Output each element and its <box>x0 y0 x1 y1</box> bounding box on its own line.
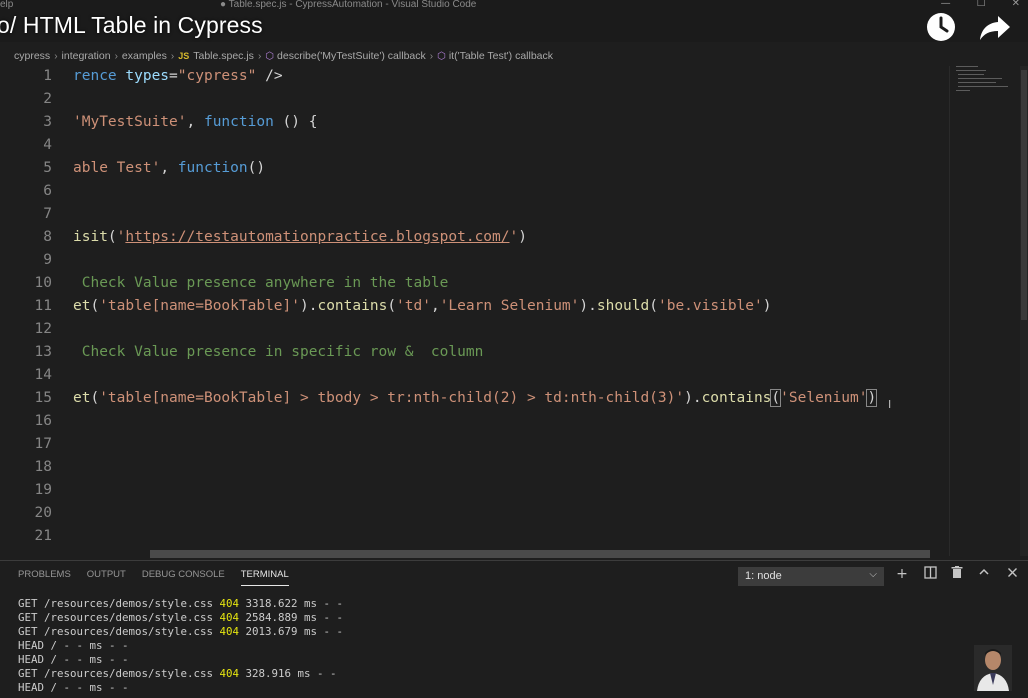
terminal-line: GET /resources/demos/style.css 404 3318.… <box>18 597 344 610</box>
bottom-panel: PROBLEMS OUTPUT DEBUG CONSOLE TERMINAL 1… <box>0 560 1028 698</box>
breadcrumb-item-integration[interactable]: integration <box>62 50 111 62</box>
terminal-line: GET /resources/demos/style.css 404 2013.… <box>18 625 344 638</box>
url-link[interactable]: https://testautomationpractice.blogspot.… <box>125 229 509 245</box>
symbol-method-icon: ⬡ <box>437 50 446 62</box>
chevron-right-icon: › <box>54 50 58 62</box>
maximize-icon[interactable]: ☐ <box>977 0 986 9</box>
line-number: 2 <box>43 91 52 107</box>
video-title[interactable]: o/ HTML Table in Cypress <box>0 12 263 39</box>
code-line-10-comment: Check Value presence anywhere in the tab… <box>73 275 449 291</box>
menu-help[interactable]: elp <box>0 0 13 10</box>
line-number: 16 <box>34 413 52 429</box>
line-number: 4 <box>43 137 52 153</box>
breadcrumb-item-describe[interactable]: describe('MyTestSuite') callback <box>277 50 426 62</box>
javascript-file-icon: JS <box>178 51 190 61</box>
split-icon[interactable] <box>921 566 939 583</box>
terminal-output[interactable]: GET /resources/demos/style.css 404 3318.… <box>18 597 343 695</box>
tab-output[interactable]: OUTPUT <box>87 569 126 586</box>
chevron-right-icon: › <box>170 50 175 62</box>
line-number: 8 <box>43 229 52 245</box>
line-number: 12 <box>34 321 52 337</box>
close-window-icon[interactable]: ✕ <box>1012 0 1020 9</box>
line-number: 6 <box>43 183 52 199</box>
clock-icon[interactable] <box>924 10 958 44</box>
breadcrumb-item-cypress[interactable]: cypress <box>14 50 50 62</box>
code-line-15: et('table[name=BookTable] > tbody > tr:n… <box>73 389 878 407</box>
code-line-1: rence types="cypress" /> <box>73 68 283 84</box>
line-number: 21 <box>34 528 52 544</box>
minimap[interactable] <box>949 66 1017 556</box>
line-number: 20 <box>34 505 52 521</box>
tab-debug-console[interactable]: DEBUG CONSOLE <box>142 569 225 586</box>
tab-terminal[interactable]: TERMINAL <box>240 569 289 586</box>
line-number: 1 <box>43 68 52 84</box>
chevron-down-icon: ⌵ <box>869 569 877 580</box>
line-number: 17 <box>34 436 52 452</box>
code-editor[interactable]: 1 2 3 4 5 6 7 8 9 10 11 12 13 14 15 16 1… <box>0 64 1028 556</box>
terminal-line: GET /resources/demos/style.css 404 328.9… <box>18 667 337 680</box>
breadcrumb-item-it[interactable]: it('Table Test') callback <box>449 50 553 62</box>
line-number: 15 <box>34 390 52 406</box>
window-title: ● Table.spec.js - CypressAutomation - Vi… <box>220 0 477 10</box>
presenter-avatar <box>974 645 1012 691</box>
share-icon[interactable] <box>978 10 1012 44</box>
plus-icon[interactable]: + <box>893 566 911 582</box>
line-number: 11 <box>34 298 52 314</box>
trash-icon[interactable] <box>948 566 966 583</box>
text-cursor-icon: I <box>888 398 892 411</box>
code-line-11: et('table[name=BookTable]').contains('td… <box>73 298 772 314</box>
code-line-13-comment: Check Value presence in specific row & c… <box>73 344 484 360</box>
panel-tabs: PROBLEMS OUTPUT DEBUG CONSOLE TERMINAL <box>18 569 289 586</box>
terminal-line: GET /resources/demos/style.css 404 2584.… <box>18 611 344 624</box>
horizontal-scrollbar[interactable] <box>150 550 930 558</box>
chevron-right-icon: › <box>257 50 262 62</box>
window-controls: — ☐ ✕ <box>941 0 1020 9</box>
line-number: 5 <box>43 160 52 176</box>
breadcrumb-item-examples[interactable]: examples <box>122 50 167 62</box>
close-panel-icon[interactable] <box>1003 566 1021 582</box>
terminal-line: HEAD / - - ms - - <box>18 653 129 666</box>
vertical-scrollbar-thumb[interactable] <box>1021 70 1027 320</box>
tab-problems[interactable]: PROBLEMS <box>18 569 71 586</box>
chevron-right-icon: › <box>114 50 118 62</box>
line-number: 18 <box>34 459 52 475</box>
terminal-line: HEAD / - - ms - - <box>18 681 129 694</box>
symbol-method-icon: ⬡ <box>265 50 275 62</box>
line-number: 14 <box>34 367 52 383</box>
terminal-select[interactable]: 1: node ⌵ <box>738 567 884 586</box>
line-number: 10 <box>34 275 52 291</box>
code-line-3: 'MyTestSuite', function () { <box>73 114 318 130</box>
breadcrumb-item-file[interactable]: Table.spec.js <box>193 50 254 62</box>
terminal-select-value: 1: node <box>745 570 782 582</box>
code-line-5: able Test', function() <box>73 160 266 176</box>
line-number: 19 <box>34 482 52 498</box>
maximize-panel-icon[interactable] <box>975 566 993 582</box>
title-bar: elp ● Table.spec.js - CypressAutomation … <box>0 0 1028 42</box>
line-number: 9 <box>43 252 52 268</box>
terminal-line: HEAD / - - ms - - <box>18 639 129 652</box>
line-number: 13 <box>34 344 52 360</box>
minimize-icon[interactable]: — <box>941 0 951 9</box>
breadcrumb: cypress › integration › examples › JS Ta… <box>0 46 945 66</box>
line-number: 7 <box>43 206 52 222</box>
line-number: 3 <box>43 114 52 130</box>
chevron-right-icon: › <box>429 50 434 62</box>
code-line-8: isit('https://testautomationpractice.blo… <box>73 229 527 245</box>
